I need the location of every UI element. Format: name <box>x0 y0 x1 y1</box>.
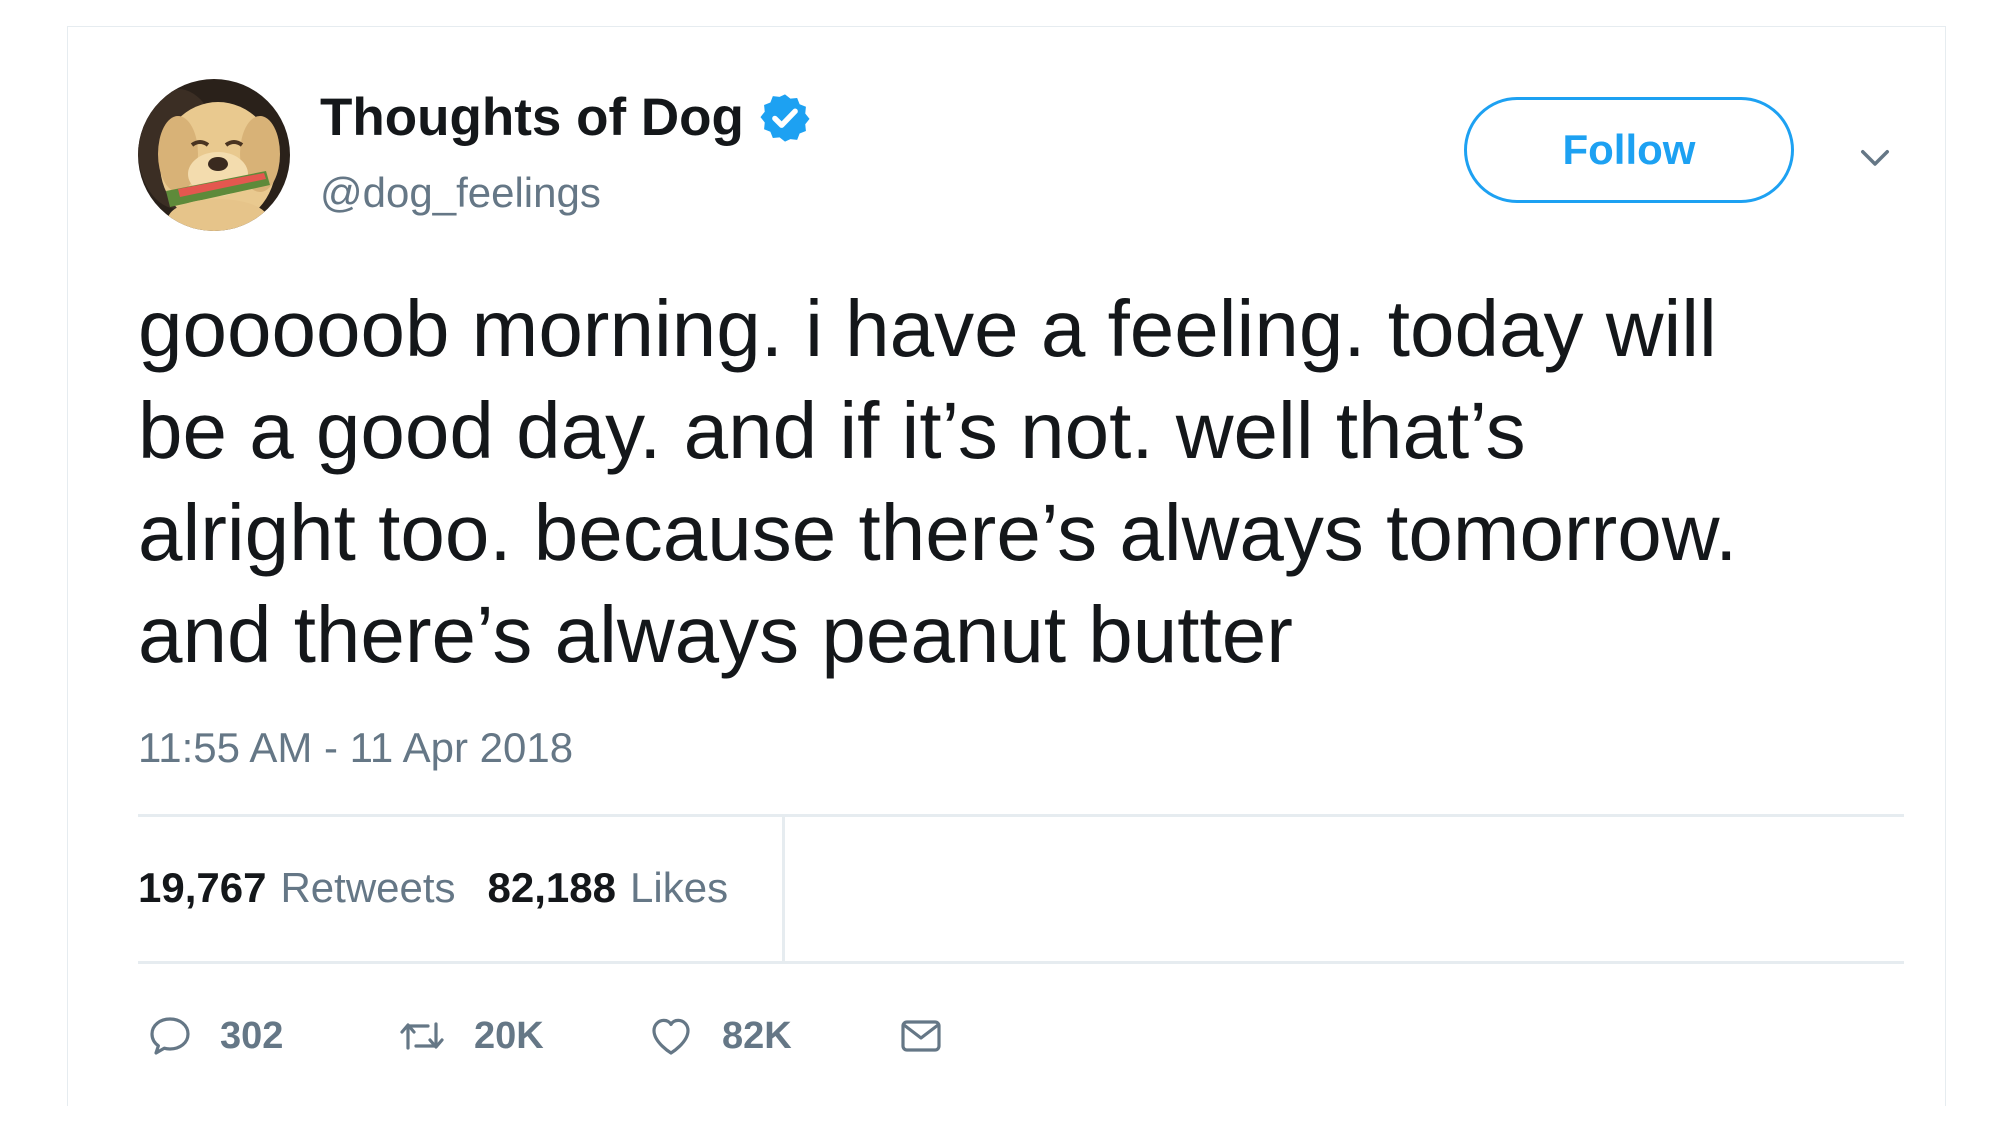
heart-icon <box>646 1012 696 1060</box>
like-count: 82K <box>722 1014 792 1057</box>
retweets-count: 19,767 <box>138 864 267 911</box>
divider <box>782 814 785 963</box>
tweet-stats: 19,767 Retweets 82,188 Likes <box>138 860 760 916</box>
reply-bubble-icon <box>146 1012 194 1060</box>
like-button[interactable]: 82K <box>646 1012 896 1060</box>
retweet-icon <box>396 1012 448 1060</box>
avatar[interactable] <box>138 79 290 231</box>
divider <box>138 961 1904 964</box>
chevron-down-icon[interactable] <box>1854 136 1896 178</box>
likes-stat[interactable]: 82,188 Likes <box>488 860 729 916</box>
direct-message-button[interactable] <box>896 1012 946 1060</box>
reply-count: 302 <box>220 1014 284 1057</box>
dog-avatar-image <box>138 79 290 231</box>
likes-count: 82,188 <box>487 864 617 911</box>
tweet-text: gooooob morning. i have a feeling. today… <box>138 284 1738 679</box>
retweets-label: Retweets <box>280 864 456 911</box>
verified-badge-icon <box>758 91 812 145</box>
tweet-timestamp[interactable]: 11:55 AM - 11 Apr 2018 <box>138 720 573 776</box>
tweet-actions: 302 20K 82K <box>146 1008 946 1064</box>
reply-button[interactable]: 302 <box>146 1012 396 1060</box>
retweets-stat[interactable]: 19,767 Retweets <box>138 860 456 916</box>
likes-label: Likes <box>630 864 729 911</box>
author-handle[interactable]: @dog_feelings <box>320 165 601 221</box>
author-name-row: Thoughts of Dog <box>320 86 812 150</box>
envelope-icon <box>896 1012 946 1060</box>
follow-button[interactable]: Follow <box>1464 97 1794 203</box>
divider <box>138 814 1904 817</box>
retweet-count: 20K <box>474 1014 544 1057</box>
retweet-button[interactable]: 20K <box>396 1012 646 1060</box>
author-display-name[interactable]: Thoughts of Dog <box>320 86 744 150</box>
